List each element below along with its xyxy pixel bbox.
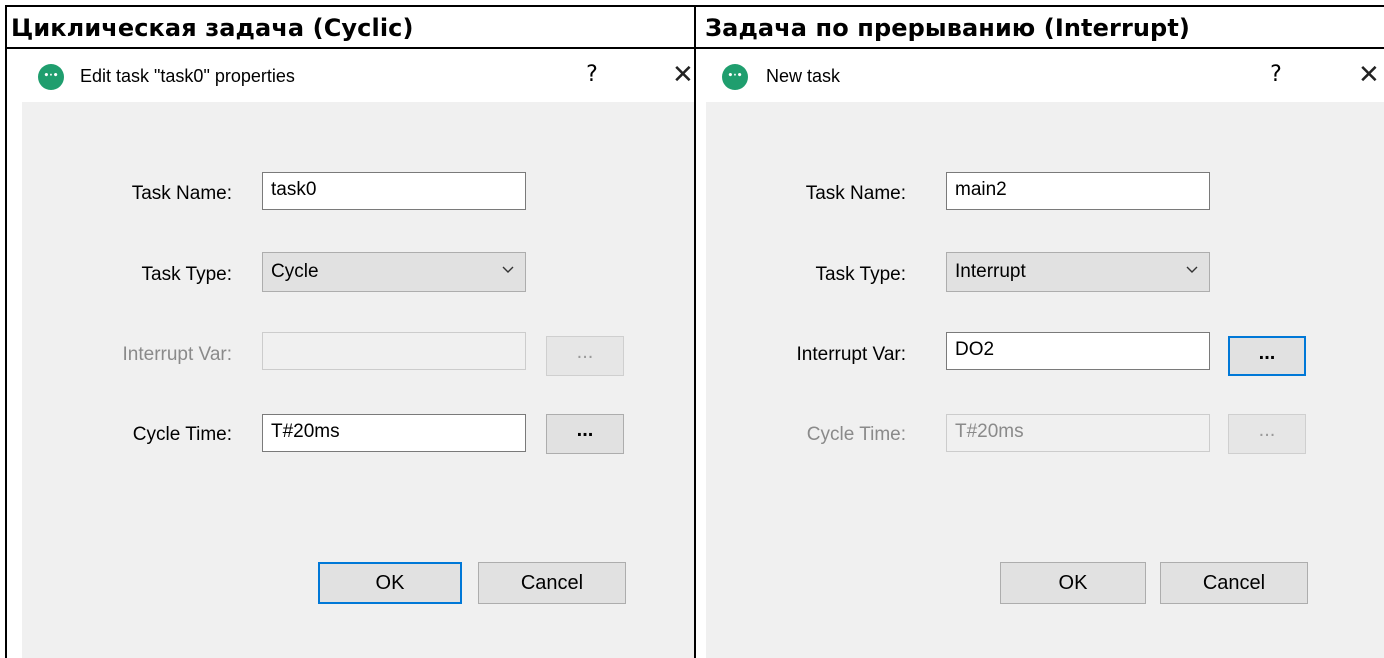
interrupt-var-browse-button[interactable]: ... bbox=[1228, 336, 1306, 376]
task-name-label: Task Name: bbox=[131, 183, 232, 204]
close-button[interactable]: ✕ bbox=[672, 60, 694, 90]
new-task-dialog: •·• New task ? ✕ Task Name: main2 Task T… bbox=[706, 50, 1384, 658]
edit-task-dialog: •·• Edit task "task0" properties ? ✕ Tas… bbox=[22, 50, 694, 658]
task-name-input[interactable]: main2 bbox=[946, 172, 1210, 210]
cancel-button[interactable]: Cancel bbox=[478, 562, 626, 604]
task-type-value: Cycle bbox=[271, 261, 319, 282]
cycle-time-browse-button: ... bbox=[1228, 414, 1306, 454]
cycle-time-input[interactable]: T#20ms bbox=[262, 414, 526, 452]
dialog-title: New task bbox=[766, 66, 841, 86]
interrupt-var-browse-button: ... bbox=[546, 336, 624, 376]
cycle-time-browse-button[interactable]: ... bbox=[546, 414, 624, 454]
close-button[interactable]: ✕ bbox=[1358, 60, 1382, 90]
ok-button[interactable]: OK bbox=[1000, 562, 1146, 604]
dialog-titlebar: •·• Edit task "task0" properties ? ✕ bbox=[22, 50, 694, 102]
help-button[interactable]: ? bbox=[1266, 62, 1286, 87]
table-border-left bbox=[5, 5, 7, 658]
interrupt-var-input bbox=[262, 332, 526, 370]
app-logo-icon: •·• bbox=[722, 64, 748, 90]
dialog-title: Edit task "task0" properties bbox=[80, 66, 295, 86]
left-column-heading: Циклическая задача (Cyclic) bbox=[11, 14, 414, 42]
interrupt-var-label: Interrupt Var: bbox=[122, 344, 232, 365]
cycle-time-label: Cycle Time: bbox=[132, 424, 232, 445]
cancel-button[interactable]: Cancel bbox=[1160, 562, 1308, 604]
interrupt-var-label: Interrupt Var: bbox=[796, 344, 906, 365]
dialog-titlebar: •·• New task ? ✕ bbox=[706, 50, 1384, 102]
task-type-select[interactable]: Interrupt bbox=[946, 252, 1210, 292]
task-name-input[interactable]: task0 bbox=[262, 172, 526, 210]
table-divider bbox=[694, 5, 696, 658]
chevron-down-icon bbox=[502, 266, 514, 273]
header-row-divider bbox=[5, 47, 1384, 49]
cycle-time-input: T#20ms bbox=[946, 414, 1210, 452]
right-column-heading: Задача по прерыванию (Interrupt) bbox=[705, 14, 1190, 42]
ok-button[interactable]: OK bbox=[318, 562, 462, 604]
task-type-label: Task Type: bbox=[815, 264, 906, 285]
help-button[interactable]: ? bbox=[582, 62, 602, 87]
interrupt-var-input[interactable]: DO2 bbox=[946, 332, 1210, 370]
task-type-value: Interrupt bbox=[955, 261, 1026, 282]
chevron-down-icon bbox=[1186, 266, 1198, 273]
cycle-time-label: Cycle Time: bbox=[806, 424, 906, 445]
task-name-label: Task Name: bbox=[805, 183, 906, 204]
app-logo-icon: •·• bbox=[38, 64, 64, 90]
task-type-label: Task Type: bbox=[141, 264, 232, 285]
task-type-select[interactable]: Cycle bbox=[262, 252, 526, 292]
